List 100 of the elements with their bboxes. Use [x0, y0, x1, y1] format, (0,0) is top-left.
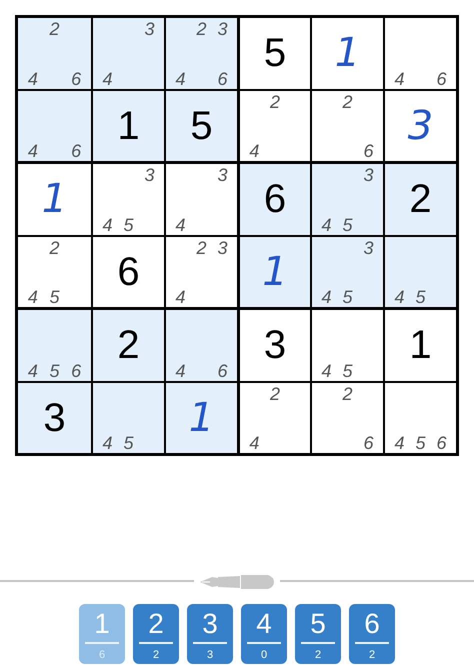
grid-cell[interactable]: 1	[18, 164, 91, 234]
pencil-mark: 2	[342, 92, 352, 110]
grid-cell[interactable]: 2 6	[312, 90, 383, 161]
pencil-mark: 4	[102, 70, 112, 88]
pencil-mark: 2	[49, 238, 60, 256]
grid-cell[interactable]: 3 4 5	[312, 164, 383, 234]
grid-cell[interactable]: 6	[93, 236, 164, 307]
cell-digit: 5	[264, 33, 286, 74]
grid-cell[interactable]: 5	[166, 90, 237, 161]
grid-cell[interactable]: 4 6	[166, 310, 237, 380]
pencil-mark: 2	[342, 384, 352, 402]
cell-digit: 3	[264, 325, 286, 366]
pencil-mark: 4	[394, 434, 404, 452]
grid-cell[interactable]: 2 3 4 6	[166, 18, 237, 88]
cell-digit: 1	[42, 179, 68, 220]
pencil-mark: 4	[394, 70, 404, 88]
grid-cell[interactable]: 3 4 5	[93, 164, 164, 234]
cell-digit: 5	[190, 106, 213, 146]
number-button[interactable]: 2 2	[133, 604, 179, 664]
pencil-mark: 3	[217, 166, 228, 184]
grid-cell[interactable]: 3 4	[93, 18, 164, 88]
pencil-mark: 3	[363, 238, 374, 256]
pencil-mark: 4	[175, 362, 186, 380]
pencil-mark: 6	[217, 362, 228, 380]
grid-cell[interactable]: 3 4 5	[312, 236, 383, 307]
grid-cell[interactable]: 4 6	[18, 90, 91, 161]
grid-cell[interactable]: 2 4 6	[18, 18, 91, 88]
pencil-mark: 6	[436, 434, 446, 452]
cell-digit: 1	[262, 252, 288, 292]
pencil-mark: 6	[363, 434, 374, 452]
grid-cell[interactable]: 3	[240, 310, 310, 380]
cell-digit: 2	[409, 179, 432, 220]
pencil-mark: 4	[394, 288, 404, 306]
number-button[interactable]: 4 0	[241, 604, 287, 664]
number-button[interactable]: 3 3	[187, 604, 233, 664]
pencil-mark: 6	[71, 70, 82, 88]
pencil-mark: 4	[102, 216, 112, 234]
pencil-mark: 2	[49, 20, 60, 38]
grid-cell[interactable]: 1	[240, 236, 310, 307]
grid-cell[interactable]: 5	[240, 18, 310, 88]
pencil-mark: 4	[175, 288, 186, 306]
grid-cell[interactable]: 4 5	[385, 236, 456, 307]
pencil-mark: 2	[196, 238, 206, 256]
grid-cell[interactable]: 3	[385, 90, 456, 161]
pencil-mark: 2	[270, 92, 280, 110]
grid-cell[interactable]: 2 4 5	[18, 236, 91, 307]
pencil-mark: 3	[217, 20, 228, 38]
grid-cell[interactable]: 2 3 4	[166, 236, 237, 307]
pencil-mark: 4	[28, 142, 38, 160]
pencil-mark: 4	[321, 216, 332, 234]
number-button[interactable]: 6 2	[349, 604, 395, 664]
pencil-mark: 6	[71, 362, 82, 380]
grid-cell[interactable]: 2 4	[240, 382, 310, 453]
grid-cell[interactable]: 1	[312, 18, 383, 88]
cell-digit: 3	[408, 106, 434, 146]
number-button[interactable]: 5 2	[295, 604, 341, 664]
pencil-mark: 4	[102, 434, 112, 452]
grid-cell[interactable]: 2	[93, 310, 164, 380]
grid-cell[interactable]: 4 5	[312, 310, 383, 380]
pencil-mark: 5	[415, 288, 426, 306]
pencil-mark: 5	[49, 288, 60, 306]
pencil-mark: 6	[363, 142, 374, 160]
pencil-mark: 4	[321, 362, 332, 380]
pencil-mark: 4	[249, 434, 260, 452]
pencil-mark: 4	[28, 70, 38, 88]
pencil-mark: 5	[123, 434, 134, 452]
grid-cell[interactable]: 2	[385, 164, 456, 234]
grid-cell[interactable]: 1	[385, 310, 456, 380]
pencil-mark: 3	[144, 20, 154, 38]
pencil-mark: 4	[175, 216, 186, 234]
pencil-mark: 4	[175, 70, 186, 88]
pencil-mark: 3	[144, 166, 154, 184]
grid-cell[interactable]: 1	[166, 382, 237, 453]
pencil-mark: 5	[123, 216, 134, 234]
pencil-mark: 3	[217, 238, 228, 256]
cell-digit: 1	[334, 33, 360, 74]
grid-cell[interactable]: 4 5 6	[18, 310, 91, 380]
pencil-mark: 4	[28, 288, 38, 306]
grid-cell[interactable]: 1	[93, 90, 164, 161]
pencil-mark: 4	[321, 288, 332, 306]
pencil-mark: 2	[270, 384, 280, 402]
pencil-mark: 2	[196, 20, 206, 38]
pencil-mark: 5	[342, 362, 352, 380]
grid-cell[interactable]: 2 6	[312, 382, 383, 453]
grid-cell[interactable]: 2 4	[240, 90, 310, 161]
pencil-mark: 5	[415, 434, 426, 452]
cell-digit: 6	[264, 179, 286, 220]
grid-cell[interactable]: 4 6	[385, 18, 456, 88]
pencil-mark: 5	[342, 288, 352, 306]
grid-cell[interactable]: 3 4	[166, 164, 237, 234]
cell-digit: 1	[409, 325, 432, 366]
pencil-mark: 6	[436, 70, 446, 88]
grid-cell[interactable]: 4 5	[93, 382, 164, 453]
pencil-mark: 5	[49, 362, 60, 380]
grid-cell[interactable]: 3	[18, 382, 91, 453]
grid-cell[interactable]: 4 5 6	[385, 382, 456, 453]
grid-cell[interactable]: 6	[240, 164, 310, 234]
pencil-mark: 5	[342, 216, 352, 234]
cell-digit: 1	[117, 106, 140, 146]
cell-digit: 2	[117, 325, 140, 366]
